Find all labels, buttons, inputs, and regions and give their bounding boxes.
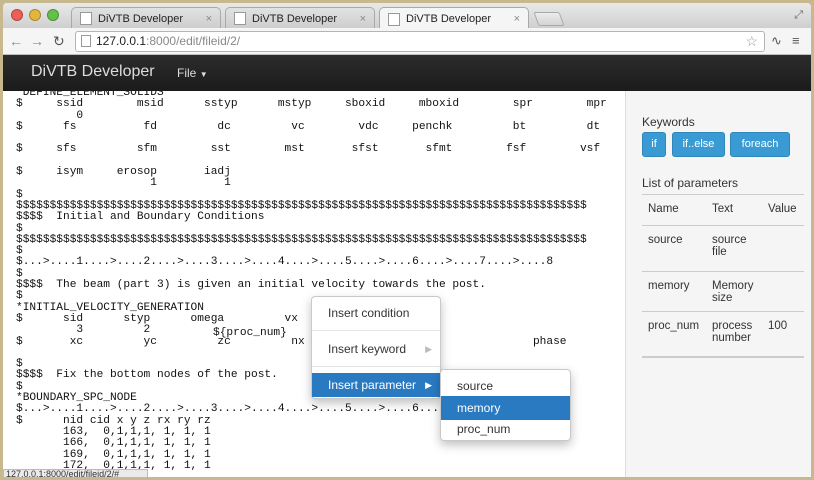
context-menu: Insert condition Insert keyword ▶ Insert … xyxy=(311,296,441,399)
submenu-item-proc-num[interactable]: proc_num xyxy=(441,417,570,441)
menu-divider xyxy=(312,330,440,331)
code-line[interactable]: $$$$ Initial and Boundary Conditions xyxy=(16,211,607,223)
minimize-window-icon[interactable] xyxy=(29,9,41,21)
code-line[interactable]: $$$$$$$$$$$$$$$$$$$$$$$$$$$$$$$$$$$$$$$$… xyxy=(16,234,607,246)
column-header: Text xyxy=(712,203,734,215)
code-line[interactable]: 1 1 xyxy=(16,178,607,190)
forward-icon[interactable]: → xyxy=(30,32,44,50)
tab-title: DiVTB Developer xyxy=(406,13,491,25)
close-window-icon[interactable] xyxy=(11,9,23,21)
page-icon xyxy=(234,12,246,25)
fullscreen-icon[interactable]: ⤢ xyxy=(794,9,803,22)
menu-divider xyxy=(312,366,440,367)
browser-toolbar: ← → ↻ 127.0.0.1:8000/edit/fileid/2/ ☆ ∿ … xyxy=(3,28,811,55)
code-line[interactable]: $ sfs sfm sst mst sfst sfmt fsf vsf xyxy=(16,144,607,156)
parameters-table: Name Text Value source source file memor… xyxy=(642,194,804,358)
zoom-window-icon[interactable] xyxy=(47,9,59,21)
code-line[interactable]: $ fs fd dc vc vdc penchk bt dt xyxy=(16,121,607,133)
tab-title: DiVTB Developer xyxy=(252,12,337,25)
file-menu[interactable]: File ▼ xyxy=(177,66,208,80)
column-header: Value xyxy=(768,203,797,215)
keyword-if-else-button[interactable]: if..else xyxy=(672,132,725,157)
close-tab-icon[interactable]: × xyxy=(360,13,366,25)
table-row[interactable]: source source file xyxy=(642,225,804,271)
browser-window: DiVTB Developer × DiVTB Developer × DiVT… xyxy=(3,3,811,477)
param-value: 100 xyxy=(768,320,788,332)
param-name: proc_num xyxy=(648,320,700,332)
code-line[interactable]: $ ssid msid sstyp mstyp sboxid mboxid sp… xyxy=(16,98,607,110)
column-header: Name xyxy=(648,203,679,215)
insert-condition-item[interactable]: Insert condition xyxy=(312,301,440,325)
caret-down-icon: ▼ xyxy=(199,70,208,79)
bookmark-star-icon[interactable]: ☆ xyxy=(745,32,758,51)
new-tab-button[interactable] xyxy=(533,12,565,26)
address-bar[interactable]: 127.0.0.1:8000/edit/fileid/2/ ☆ xyxy=(75,31,765,52)
param-text: source file xyxy=(712,234,747,258)
keyword-foreach-button[interactable]: foreach xyxy=(730,132,790,157)
page-icon xyxy=(81,35,91,47)
table-row[interactable]: memory Memory size xyxy=(642,271,804,311)
sidebar: Keywords if if..else foreach List of par… xyxy=(625,91,811,477)
keywords-heading: Keywords xyxy=(642,115,695,129)
tab-title: DiVTB Developer xyxy=(98,12,183,25)
insert-keyword-item[interactable]: Insert keyword ▶ xyxy=(312,337,440,361)
close-tab-icon[interactable]: × xyxy=(514,13,520,25)
insert-parameter-item[interactable]: Insert parameter ▶ xyxy=(312,373,440,397)
param-value xyxy=(762,272,804,311)
parameters-heading: List of parameters xyxy=(642,176,739,190)
app-navbar: DiVTB Developer File ▼ xyxy=(3,55,811,91)
url-host: 127.0.0.1 xyxy=(96,34,147,48)
keyword-if-button[interactable]: if xyxy=(642,132,666,157)
url-path: :8000/edit/fileid/2/ xyxy=(146,34,241,48)
browser-tab-2[interactable]: DiVTB Developer × xyxy=(225,7,375,29)
table-header-row: Name Text Value xyxy=(642,194,804,225)
title-bar: DiVTB Developer × DiVTB Developer × DiVT… xyxy=(3,3,811,30)
submenu-item-source[interactable]: source xyxy=(441,374,570,398)
chevron-right-icon: ▶ xyxy=(425,380,432,390)
reload-icon[interactable]: ↻ xyxy=(53,32,65,50)
back-icon[interactable]: ← xyxy=(9,32,23,50)
close-tab-icon[interactable]: × xyxy=(206,13,212,25)
insert-keyword-label: Insert keyword xyxy=(328,342,407,356)
browser-tab-1[interactable]: DiVTB Developer × xyxy=(71,7,221,29)
param-name: memory xyxy=(648,280,690,292)
browser-menu-icon[interactable]: ≡ xyxy=(792,33,800,48)
brand-logo[interactable]: DiVTB Developer xyxy=(31,63,155,81)
status-bar-url: 127.0.0.1:8000/edit/fileid/2/# xyxy=(3,469,148,477)
param-text: Memory size xyxy=(712,280,754,304)
insert-parameter-label: Insert parameter xyxy=(328,378,417,392)
code-line[interactable]: $...>....1....>....2....>....3....>....4… xyxy=(16,257,607,269)
extension-pulse-icon[interactable]: ∿ xyxy=(771,33,782,49)
code-line[interactable]: $$$$ The beam (part 3) is given an initi… xyxy=(16,279,607,291)
table-row[interactable]: proc_num process number 100 xyxy=(642,311,804,358)
parameter-submenu: source memory proc_num xyxy=(440,369,571,441)
param-name: source xyxy=(648,234,683,246)
page-icon xyxy=(80,12,92,25)
file-menu-label: File xyxy=(177,66,197,80)
window-controls xyxy=(11,9,59,21)
chevron-right-icon: ▶ xyxy=(425,344,432,354)
page-icon xyxy=(388,12,400,26)
inserted-parameter: ${proc_num} xyxy=(213,327,287,339)
param-value xyxy=(762,226,804,271)
browser-tab-3-active[interactable]: DiVTB Developer × xyxy=(379,7,529,30)
param-text: process number xyxy=(712,320,753,344)
